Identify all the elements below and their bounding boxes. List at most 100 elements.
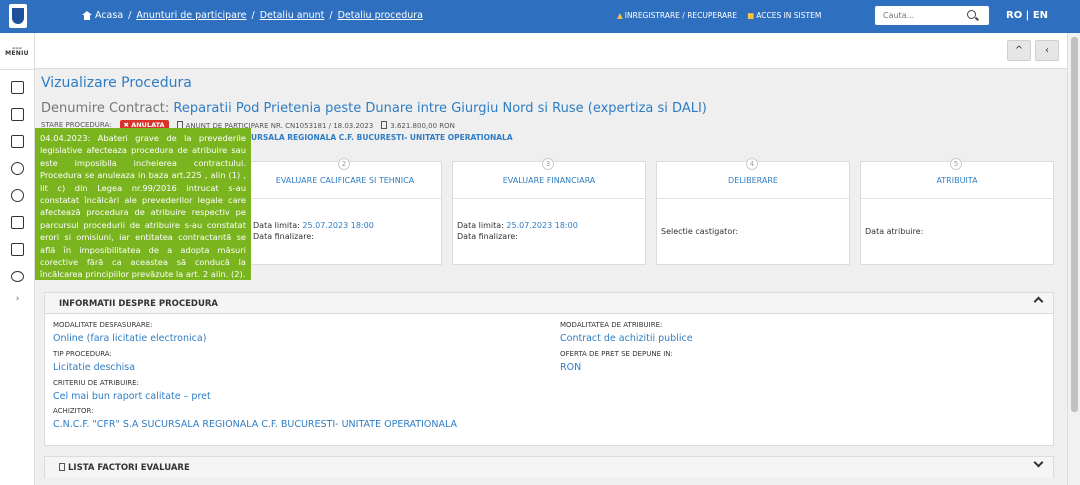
- site-logo[interactable]: [9, 4, 27, 28]
- register-link[interactable]: ▲ INREGISTRARE / RECUPERARE: [617, 11, 737, 20]
- sidebar-item-list[interactable]: [0, 101, 35, 128]
- contract-heading: Denumire Contract: Reparatii Pod Prieten…: [41, 101, 707, 116]
- step-card-2: 2 EVALUARE CALIFICARE SI TEHNICA Data li…: [248, 158, 442, 265]
- top-navbar: Acasa / Anunturi de participare / Detali…: [0, 0, 1080, 33]
- access-label: ACCES IN SISTEM: [756, 11, 822, 20]
- monitor-icon: [11, 243, 24, 256]
- field-value: Contract de achizitii publice: [560, 333, 693, 344]
- search-input[interactable]: [875, 6, 963, 25]
- breadcrumb-detaliu-procedura[interactable]: Detaliu procedura: [338, 10, 423, 21]
- action-bar: ^ ‹: [35, 33, 1067, 69]
- divider: [657, 198, 849, 199]
- panel-title: LISTA FACTORI EVALUARE: [68, 463, 190, 473]
- step-title[interactable]: DELIBERARE: [657, 176, 849, 185]
- breadcrumb: Acasa / Anunturi de participare / Detali…: [82, 10, 423, 21]
- divider: [249, 198, 441, 199]
- access-link[interactable]: ■ ACCES IN SISTEM: [747, 11, 821, 20]
- step-title[interactable]: EVALUARE CALIFICARE SI TEHNICA: [249, 176, 441, 185]
- deadline-value: 25.07.2023 18:00: [302, 221, 374, 230]
- step-number: 3: [542, 158, 554, 170]
- help-icon: [11, 162, 24, 175]
- sidebar-item-documents[interactable]: [0, 74, 35, 101]
- vertical-scrollbar[interactable]: [1067, 33, 1080, 485]
- step-details: Selectie castigator:: [661, 226, 738, 237]
- winner-selection-label: Selectie castigator:: [661, 227, 739, 236]
- step-card-5: 5 ATRIBUITA Data atribuire:: [860, 158, 1054, 265]
- list-icon: [11, 108, 24, 121]
- divider: [861, 198, 1053, 199]
- book-icon: [11, 135, 24, 148]
- achizitor-link[interactable]: C.N.C.F. "CFR" S.A SUCURSALA REGIONALA C…: [53, 419, 457, 430]
- breadcrumb-home-label: Acasa: [95, 10, 124, 21]
- field-modalitatea-atribuire: MODALITATEA DE ATRIBUIRE: Contract de ac…: [560, 321, 693, 344]
- left-sidebar: ▬▬▬ MENIU ›: [0, 33, 35, 485]
- sidebar-item-id[interactable]: [0, 209, 35, 236]
- sidebar-expand-button[interactable]: ›: [0, 290, 35, 308]
- field-label: MODALITATE DESFASURARE:: [53, 321, 153, 329]
- evaluation-factors-panel: LISTA FACTORI EVALUARE: [44, 456, 1054, 478]
- scroll-top-button[interactable]: ^: [1007, 40, 1031, 61]
- step-card-4: 4 DELIBERARE Selectie castigator:: [656, 158, 850, 265]
- deadline-label: Data limita:: [253, 221, 300, 230]
- accessibility-icon: [11, 189, 24, 202]
- field-value: RON: [560, 362, 582, 373]
- panel-header[interactable]: LISTA FACTORI EVALUARE: [45, 457, 1053, 478]
- language-switch[interactable]: RO | EN: [1006, 10, 1048, 21]
- menu-label: MENIU: [5, 49, 29, 57]
- field-label: CRITERIU DE ATRIBUIRE:: [53, 379, 139, 387]
- contract-name: Reparatii Pod Prietenia peste Dunare int…: [173, 101, 707, 116]
- sidebar-item-accessibility[interactable]: [0, 182, 35, 209]
- step-title[interactable]: EVALUARE FINANCIARA: [453, 176, 645, 185]
- award-date-label: Data atribuire:: [865, 227, 924, 236]
- breadcrumb-home[interactable]: Acasa: [82, 10, 123, 21]
- divider: [453, 198, 645, 199]
- field-value: Cel mai bun raport calitate – pret: [53, 391, 211, 402]
- finalization-label: Data finalizare:: [457, 232, 518, 241]
- contract-label: Denumire Contract:: [41, 101, 170, 116]
- sidebar-item-chat[interactable]: [0, 263, 35, 290]
- breadcrumb-separator: /: [251, 10, 255, 21]
- sidebar-item-monitor[interactable]: [0, 236, 35, 263]
- step-number: 5: [950, 158, 962, 170]
- chevron-up-icon[interactable]: [1033, 296, 1044, 307]
- authority-link[interactable]: URSALA REGIONALA C.F. BUCURESTI- UNITATE…: [251, 133, 513, 142]
- field-oferta-pret: OFERTA DE PRET SE DEPUNE IN: RON: [560, 350, 673, 373]
- search-icon[interactable]: [967, 10, 976, 19]
- breadcrumb-detaliu-anunt[interactable]: Detaliu anunt: [260, 10, 325, 21]
- back-button[interactable]: ‹: [1035, 40, 1059, 61]
- document-icon: [11, 81, 24, 94]
- scrollbar-thumb[interactable]: [1071, 37, 1078, 412]
- register-label: INREGISTRARE / RECUPERARE: [624, 11, 738, 20]
- step-details: Data limita: 25.07.2023 18:00 Data final…: [457, 220, 578, 242]
- deadline-label: Data limita:: [457, 221, 504, 230]
- field-label: MODALITATEA DE ATRIBUIRE:: [560, 321, 663, 329]
- cancellation-tooltip: 04.04.2023: Abateri grave de la preveder…: [35, 128, 251, 280]
- breadcrumb-separator: /: [128, 10, 132, 21]
- panel-title: INFORMATII DESPRE PROCEDURA: [59, 299, 218, 309]
- sidebar-item-help[interactable]: [0, 155, 35, 182]
- shield-icon: [12, 8, 24, 24]
- chevron-down-icon[interactable]: [1033, 457, 1044, 468]
- page-title: Vizualizare Procedura: [41, 75, 192, 91]
- warning-icon: ▲: [617, 11, 623, 20]
- breadcrumb-separator: /: [329, 10, 333, 21]
- step-number: 4: [746, 158, 758, 170]
- menu-toggle[interactable]: ▬▬▬ MENIU: [0, 33, 34, 70]
- estimated-value: 3.621.800,00 RON: [381, 120, 455, 130]
- field-label: ACHIZITOR:: [53, 407, 94, 415]
- field-label: OFERTA DE PRET SE DEPUNE IN:: [560, 350, 673, 358]
- id-card-icon: [11, 216, 24, 229]
- home-icon: [82, 11, 92, 20]
- deadline-value: 25.07.2023 18:00: [506, 221, 578, 230]
- search-box: [875, 6, 989, 25]
- field-criteriu: CRITERIU DE ATRIBUIRE: Cel mai bun rapor…: [53, 379, 211, 402]
- step-card-3: 3 EVALUARE FINANCIARA Data limita: 25.07…: [452, 158, 646, 265]
- money-icon: [381, 120, 388, 129]
- step-title[interactable]: ATRIBUITA: [861, 176, 1053, 185]
- breadcrumb-anunturi[interactable]: Anunturi de participare: [136, 10, 246, 21]
- lock-icon: ■: [747, 11, 755, 20]
- panel-header[interactable]: INFORMATII DESPRE PROCEDURA: [45, 293, 1053, 314]
- chevron-up-icon: ^: [1014, 45, 1024, 56]
- field-label: TIP PROCEDURA:: [53, 350, 112, 358]
- sidebar-item-book[interactable]: [0, 128, 35, 155]
